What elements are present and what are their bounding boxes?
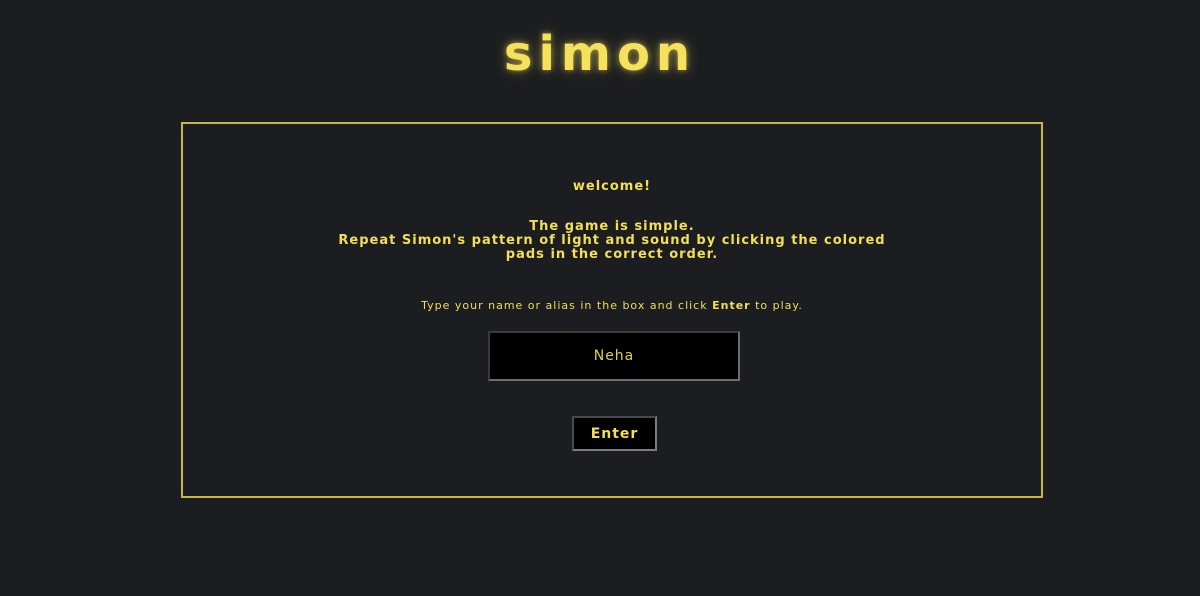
rules-line-3: pads in the correct order.	[505, 247, 719, 262]
instructions-text-before: Type your name or alias in the box and c…	[421, 299, 713, 312]
page-title: simon	[503, 26, 697, 82]
name-input[interactable]	[488, 331, 740, 381]
welcome-heading: welcome!	[572, 179, 652, 194]
welcome-panel: welcome! The game is simple. Repeat Simo…	[181, 122, 1043, 498]
instructions-text-after: to play.	[750, 299, 803, 312]
name-instructions: Type your name or alias in the box and c…	[183, 299, 1041, 312]
game-rules: The game is simple. Repeat Simon's patte…	[183, 220, 1041, 262]
rules-line-2: Repeat Simon's pattern of light and soun…	[338, 233, 886, 248]
rules-line-1: The game is simple.	[529, 219, 695, 234]
instructions-enter-emphasis: Enter	[712, 299, 751, 312]
enter-button[interactable]: Enter	[572, 416, 657, 451]
